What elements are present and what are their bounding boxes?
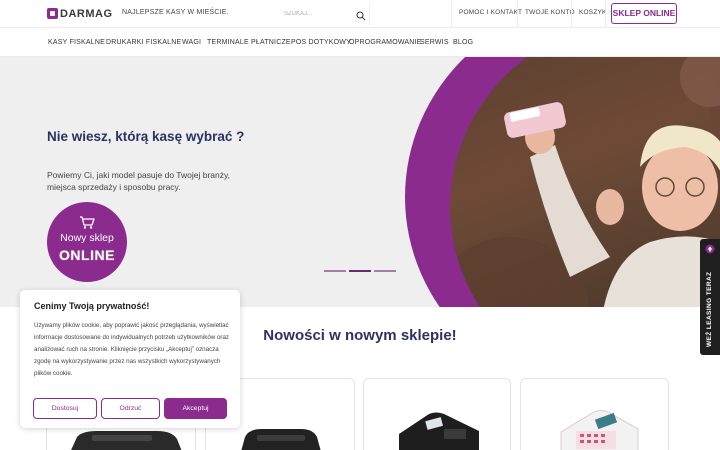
hero-image <box>450 57 720 307</box>
slider-dot[interactable] <box>324 270 346 272</box>
hero-title: Nie wiesz, którą kasę wybrać ? <box>47 129 245 144</box>
accept-button[interactable]: Akceptuj <box>164 398 227 419</box>
leasing-label: WEŹ LEASING TERAZ <box>706 271 713 347</box>
header-divider <box>605 0 606 28</box>
cookie-text: Używamy plików cookie, aby poprawić jako… <box>34 322 230 377</box>
nav-item-serwis[interactable]: SERWIS <box>420 39 449 46</box>
hero-slider: Nie wiesz, którą kasę wybrać ? Powiemy C… <box>0 57 720 307</box>
reject-button[interactable]: Odrzuć <box>101 398 160 419</box>
nav-item-kasy-fiskalne[interactable]: KASY FISKALNE <box>48 39 105 46</box>
nav-item-blog[interactable]: BLOG <box>453 39 473 46</box>
cart-link[interactable]: KOSZYK <box>579 9 607 16</box>
slider-dot[interactable] <box>374 270 396 272</box>
customize-button[interactable]: Dostosuj <box>33 398 97 419</box>
slider-dot-active[interactable] <box>349 270 371 272</box>
product-image <box>399 412 479 450</box>
search-field[interactable] <box>280 3 370 25</box>
hero-subtitle: Powiemy Ci, jaki model pasuje do Twojej … <box>47 170 230 192</box>
badge-line2: ONLINE <box>59 247 115 263</box>
search-icon[interactable] <box>356 11 366 21</box>
header-divider <box>571 0 572 28</box>
nav-item-wagi[interactable]: WAGI <box>182 39 201 46</box>
product-image <box>241 429 321 450</box>
help-contact-link[interactable]: POMOC I KONTAKT <box>459 9 522 16</box>
header-divider <box>451 0 452 28</box>
product-card[interactable] <box>363 378 511 450</box>
nav-item-terminale[interactable]: TERMINALE PŁATNICZE <box>207 39 291 46</box>
logo-text: DARMAG <box>60 7 113 20</box>
leasing-tab[interactable]: WEŹ LEASING TERAZ <box>700 239 720 355</box>
nav-item-drukarki-fiskalne[interactable]: DRUKARKI FISKALNE <box>106 39 181 46</box>
tagline: NAJLEPSZE KASY W MIEŚCIE. <box>122 9 229 16</box>
nav-item-pos[interactable]: POS DOTYKOWY <box>291 39 351 46</box>
product-card[interactable] <box>520 378 669 450</box>
shop-online-button[interactable]: SKLEP ONLINE <box>611 3 677 24</box>
header-divider <box>517 0 518 28</box>
account-link[interactable]: TWOJE KONTO <box>525 9 575 16</box>
main-nav: KASY FISKALNE DRUKARKI FISKALNE WAGI TER… <box>0 29 720 57</box>
hero-photo-illustration <box>450 57 720 307</box>
cart-icon <box>80 216 95 229</box>
cookie-banner: Cenimy Twoją prywatność! Używamy plików … <box>20 290 240 428</box>
product-image <box>560 410 639 450</box>
logo[interactable]: DARMAG <box>47 7 113 20</box>
new-shop-badge[interactable]: Nowy sklep ONLINE <box>47 202 127 282</box>
product-image <box>71 431 182 450</box>
logo-icon <box>47 8 58 19</box>
site-header: DARMAG NAJLEPSZE KASY W MIEŚCIE. POMOC I… <box>0 0 720 28</box>
arrow-up-icon <box>705 244 715 254</box>
badge-line1: Nowy sklep <box>60 232 114 244</box>
cookie-title: Cenimy Twoją prywatność! <box>34 301 150 311</box>
nav-item-oprogramowanie[interactable]: OPROGRAMOWANIE <box>349 39 422 46</box>
search-input[interactable] <box>284 7 344 21</box>
